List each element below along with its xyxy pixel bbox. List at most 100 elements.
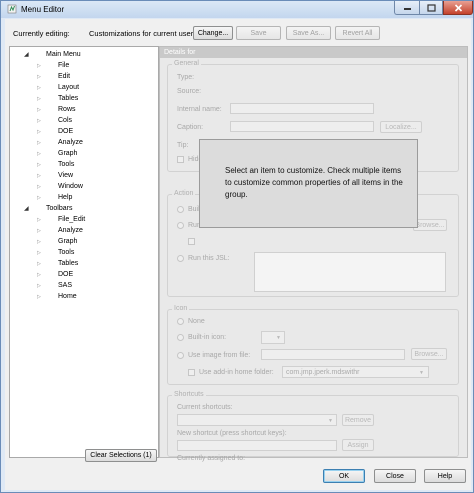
collapsed-arrow-icon[interactable]: ▷ <box>37 173 41 179</box>
collapsed-arrow-icon[interactable]: ▷ <box>37 272 41 278</box>
builtin-icon-radio[interactable] <box>177 334 184 341</box>
collapsed-arrow-icon[interactable]: ▷ <box>37 217 41 223</box>
collapsed-arrow-icon[interactable]: ▷ <box>37 151 41 157</box>
tree-item[interactable]: ▷ Window <box>10 181 158 192</box>
window-title: Menu Editor <box>21 5 65 14</box>
addin-home-checkbox[interactable] <box>188 369 195 376</box>
tree-item[interactable]: ▷ View <box>10 170 158 181</box>
collapsed-arrow-icon[interactable]: ▷ <box>37 162 41 168</box>
tree-item[interactable]: ▷ Help <box>10 192 158 203</box>
jsl-script-textarea[interactable] <box>254 252 446 292</box>
assign-shortcut-button[interactable]: Assign <box>342 439 374 451</box>
tree-item[interactable]: ▷ DOE <box>10 126 158 137</box>
collapsed-arrow-icon[interactable]: ▷ <box>37 250 41 256</box>
save-button[interactable]: Save <box>236 26 281 40</box>
maximize-button[interactable] <box>419 1 443 15</box>
collapsed-arrow-icon[interactable]: ▷ <box>37 195 41 201</box>
tree-item-label: SAS <box>58 282 73 289</box>
menu-tree[interactable]: ◢ Main Menu ▷ File ▷ Edit ▷ Layout ▷ Tables ▷ Rows ▷… <box>9 46 159 458</box>
tree-item[interactable]: ▷ Rows <box>10 104 158 115</box>
icon-none-radio[interactable] <box>177 318 184 325</box>
tree-item[interactable]: ▷ File <box>10 60 158 71</box>
run-jsl-radio[interactable] <box>177 255 184 262</box>
tree-item[interactable]: ▷ Tools <box>10 247 158 258</box>
collapsed-arrow-icon[interactable]: ▷ <box>37 283 41 289</box>
change-button[interactable]: Change... <box>193 26 233 40</box>
jmp-app-icon <box>7 4 17 14</box>
tree-item[interactable]: ▷ DOE <box>10 269 158 280</box>
revert-all-button[interactable]: Revert All <box>335 26 380 40</box>
collapsed-arrow-icon[interactable]: ▷ <box>37 85 41 91</box>
image-file-field[interactable] <box>261 349 405 360</box>
collapsed-arrow-icon[interactable]: ▷ <box>37 140 41 146</box>
collapsed-arrow-icon[interactable]: ▷ <box>37 239 41 245</box>
collapsed-arrow-icon[interactable]: ▷ <box>37 129 41 135</box>
collapsed-arrow-icon[interactable]: ▷ <box>37 294 41 300</box>
tree-item-label: View <box>58 172 74 179</box>
action-option-checkbox[interactable] <box>188 238 195 245</box>
collapsed-arrow-icon[interactable]: ▷ <box>37 74 41 80</box>
tree-item[interactable]: ▷ Tools <box>10 159 158 170</box>
close-button[interactable]: Close <box>374 469 416 483</box>
tree-item-label: File_Edit <box>58 216 86 223</box>
collapsed-arrow-icon[interactable]: ▷ <box>37 184 41 190</box>
collapsed-arrow-icon[interactable]: ▷ <box>37 228 41 234</box>
select-item-message-text: Select an item to customize. Check multi… <box>225 166 403 199</box>
run-jsl-label: Run this JSL: <box>188 255 230 262</box>
remove-shortcut-button[interactable]: Remove <box>342 414 374 426</box>
shortcuts-group: Shortcuts Current shortcuts: ▼ Remove Ne… <box>167 391 459 462</box>
addin-home-select[interactable]: com.jmp.jperk.mdswithr ▼ <box>282 366 429 378</box>
collapsed-arrow-icon[interactable]: ▷ <box>37 118 41 124</box>
clear-selections-button[interactable]: Clear Selections (1) <box>85 449 157 462</box>
tree-item[interactable]: ▷ Layout <box>10 82 158 93</box>
minimize-button[interactable] <box>394 1 419 15</box>
tree-item-label: Home <box>58 293 77 300</box>
tree-item[interactable]: ▷ Edit <box>10 71 158 82</box>
new-shortcut-field[interactable] <box>177 440 337 451</box>
current-shortcuts-label: Current shortcuts: <box>177 404 233 411</box>
close-window-button[interactable] <box>443 1 473 15</box>
expanded-arrow-icon[interactable]: ◢ <box>24 205 29 212</box>
tree-item-label: File <box>58 62 70 69</box>
run-radio[interactable] <box>177 222 184 229</box>
collapsed-arrow-icon[interactable]: ▷ <box>37 107 41 113</box>
chevron-down-icon: ▼ <box>419 370 424 376</box>
current-shortcuts-select[interactable]: ▼ <box>177 414 337 426</box>
collapsed-arrow-icon[interactable]: ▷ <box>37 261 41 267</box>
tree-item[interactable]: ▷ SAS <box>10 280 158 291</box>
tree-item[interactable]: ▷ Cols <box>10 115 158 126</box>
internal-name-field[interactable] <box>230 103 374 114</box>
expanded-arrow-icon[interactable]: ◢ <box>24 51 29 58</box>
collapsed-arrow-icon[interactable]: ▷ <box>37 63 41 69</box>
close-icon <box>454 3 462 12</box>
tree-item-label: Tools <box>58 161 75 168</box>
ok-button[interactable]: OK <box>323 469 365 483</box>
tree-item[interactable]: ▷ Graph <box>10 236 158 247</box>
builtin-icon-select[interactable]: ▼ <box>261 331 285 344</box>
tree-item[interactable]: ▷ File_Edit <box>10 214 158 225</box>
tree-item[interactable]: ▷ Graph <box>10 148 158 159</box>
use-image-radio[interactable] <box>177 352 184 359</box>
caption-field[interactable] <box>230 121 374 132</box>
save-as-button[interactable]: Save As... <box>286 26 331 40</box>
tree-item[interactable]: ▷ Tables <box>10 258 158 269</box>
tree-item-label: Edit <box>58 73 71 80</box>
icon-none-label: None <box>188 318 205 325</box>
tree-item[interactable]: ▷ Analyze <box>10 137 158 148</box>
tree-group-item[interactable]: ◢ Main Menu <box>10 49 158 60</box>
tree-item[interactable]: ▷ Home <box>10 291 158 302</box>
tip-label: Tip: <box>177 142 189 149</box>
details-header: Details for <box>160 47 467 58</box>
tree-item[interactable]: ▷ Analyze <box>10 225 158 236</box>
title-bar[interactable]: Menu Editor <box>1 1 473 18</box>
hide-checkbox[interactable] <box>177 156 184 163</box>
localize-button[interactable]: Localize... <box>380 121 422 133</box>
tree-item[interactable]: ▷ Tables <box>10 93 158 104</box>
built-radio[interactable] <box>177 206 184 213</box>
collapsed-arrow-icon[interactable]: ▷ <box>37 96 41 102</box>
tree-group-item[interactable]: ◢ Toolbars <box>10 203 158 214</box>
action-browse-button[interactable]: Browse... <box>413 219 447 231</box>
dialog-body: Currently editing: Customizations for cu… <box>5 19 471 490</box>
help-button[interactable]: Help <box>424 469 466 483</box>
icon-browse-button[interactable]: Browse... <box>411 348 447 360</box>
